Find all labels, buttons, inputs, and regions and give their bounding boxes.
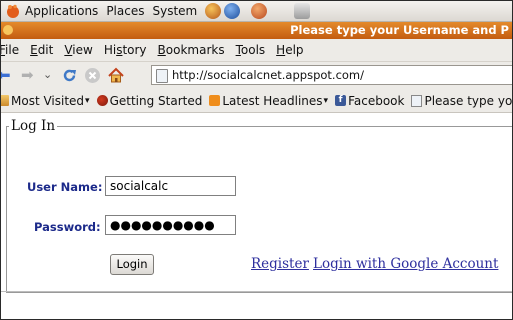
google-login-link[interactable]: Login with Google Account [313, 256, 498, 272]
menu-bookmarks[interactable]: Bookmarks [158, 43, 225, 57]
facebook-icon: f [335, 95, 347, 106]
divider [1, 291, 512, 292]
applications-menu[interactable]: Applications [25, 4, 98, 18]
window-icon [3, 25, 13, 35]
window-titlebar: Please type your Username and P [1, 22, 512, 39]
gnome-top-panel: Applications Places System [1, 1, 512, 22]
app-launcher-icon[interactable] [251, 3, 268, 19]
username-label: User Name: [27, 180, 103, 194]
bookmark-facebook[interactable]: f Facebook [335, 94, 404, 108]
bookmark-label: Most Visited [11, 93, 85, 108]
menu-edit[interactable]: Edit [30, 43, 53, 57]
reload-icon[interactable] [61, 67, 78, 87]
url-text: http://socialcalcnet.appspot.com/ [172, 68, 365, 82]
help-launcher-icon[interactable] [224, 3, 241, 19]
chevron-down-icon: ▾ [85, 95, 90, 106]
panel-applet-icon[interactable] [294, 3, 311, 19]
chevron-down-icon: ▾ [323, 95, 329, 106]
password-label: Password: [34, 220, 101, 234]
system-menu[interactable]: System [152, 4, 197, 18]
history-dropdown-icon[interactable]: ⌄ [43, 67, 52, 83]
login-fieldset: Log In User Name: socialcalc Password: ●… [6, 118, 512, 293]
back-arrow-icon[interactable]: ⬅ [1, 67, 11, 83]
bookmark-label: Facebook [348, 93, 405, 108]
bookmark-label: Getting Started [109, 93, 203, 108]
folder-icon [1, 95, 9, 106]
bookmark-label: Latest Headlines [222, 93, 323, 108]
bookmark-please-type[interactable]: Please type your Us... [411, 93, 513, 108]
username-input[interactable]: socialcalc [105, 176, 236, 196]
bookmark-label: Please type your Us... [424, 93, 513, 108]
forward-arrow-icon[interactable]: ➡ [21, 67, 34, 83]
firefox-icon [96, 95, 108, 106]
login-legend: Log In [9, 118, 58, 134]
window-title: Please type your Username and P [290, 23, 509, 37]
bookmark-getting-started[interactable]: Getting Started [96, 93, 203, 108]
url-field[interactable]: http://socialcalcnet.appspot.com/ [151, 65, 512, 85]
password-input[interactable]: ●●●●●●●●●● [105, 215, 236, 235]
login-button[interactable]: Login [110, 254, 154, 275]
register-link[interactable]: Register [251, 256, 309, 272]
bookmark-latest-headlines[interactable]: Latest Headlines ▾ [209, 94, 328, 108]
menubar: File Edit View History Bookmarks Tools H… [1, 39, 512, 62]
firefox-launcher-icon[interactable] [205, 3, 222, 19]
page-content: Log In User Name: socialcalc Password: ●… [1, 113, 512, 319]
navigation-toolbar: ⬅ ➡ ⌄ http://socialcalcnet.appspot.com/ [1, 62, 512, 90]
places-menu[interactable]: Places [106, 4, 144, 18]
menu-tools[interactable]: Tools [236, 43, 266, 57]
stop-icon[interactable] [84, 67, 101, 87]
home-icon[interactable] [107, 67, 125, 87]
rss-feed-icon [209, 95, 221, 106]
menu-view[interactable]: View [64, 43, 92, 57]
menu-file[interactable]: File [1, 43, 19, 57]
page-icon [411, 94, 423, 107]
menu-help[interactable]: Help [276, 43, 303, 57]
bookmark-most-visited[interactable]: Most Visited ▾ [1, 93, 90, 108]
browser-window: Applications Places System Please type y… [0, 0, 513, 320]
menu-history[interactable]: History [104, 43, 147, 57]
gnome-foot-icon [5, 3, 21, 19]
bookmarks-toolbar: Most Visited ▾ Getting Started Latest He… [1, 89, 512, 113]
site-identity-icon[interactable] [156, 69, 168, 83]
